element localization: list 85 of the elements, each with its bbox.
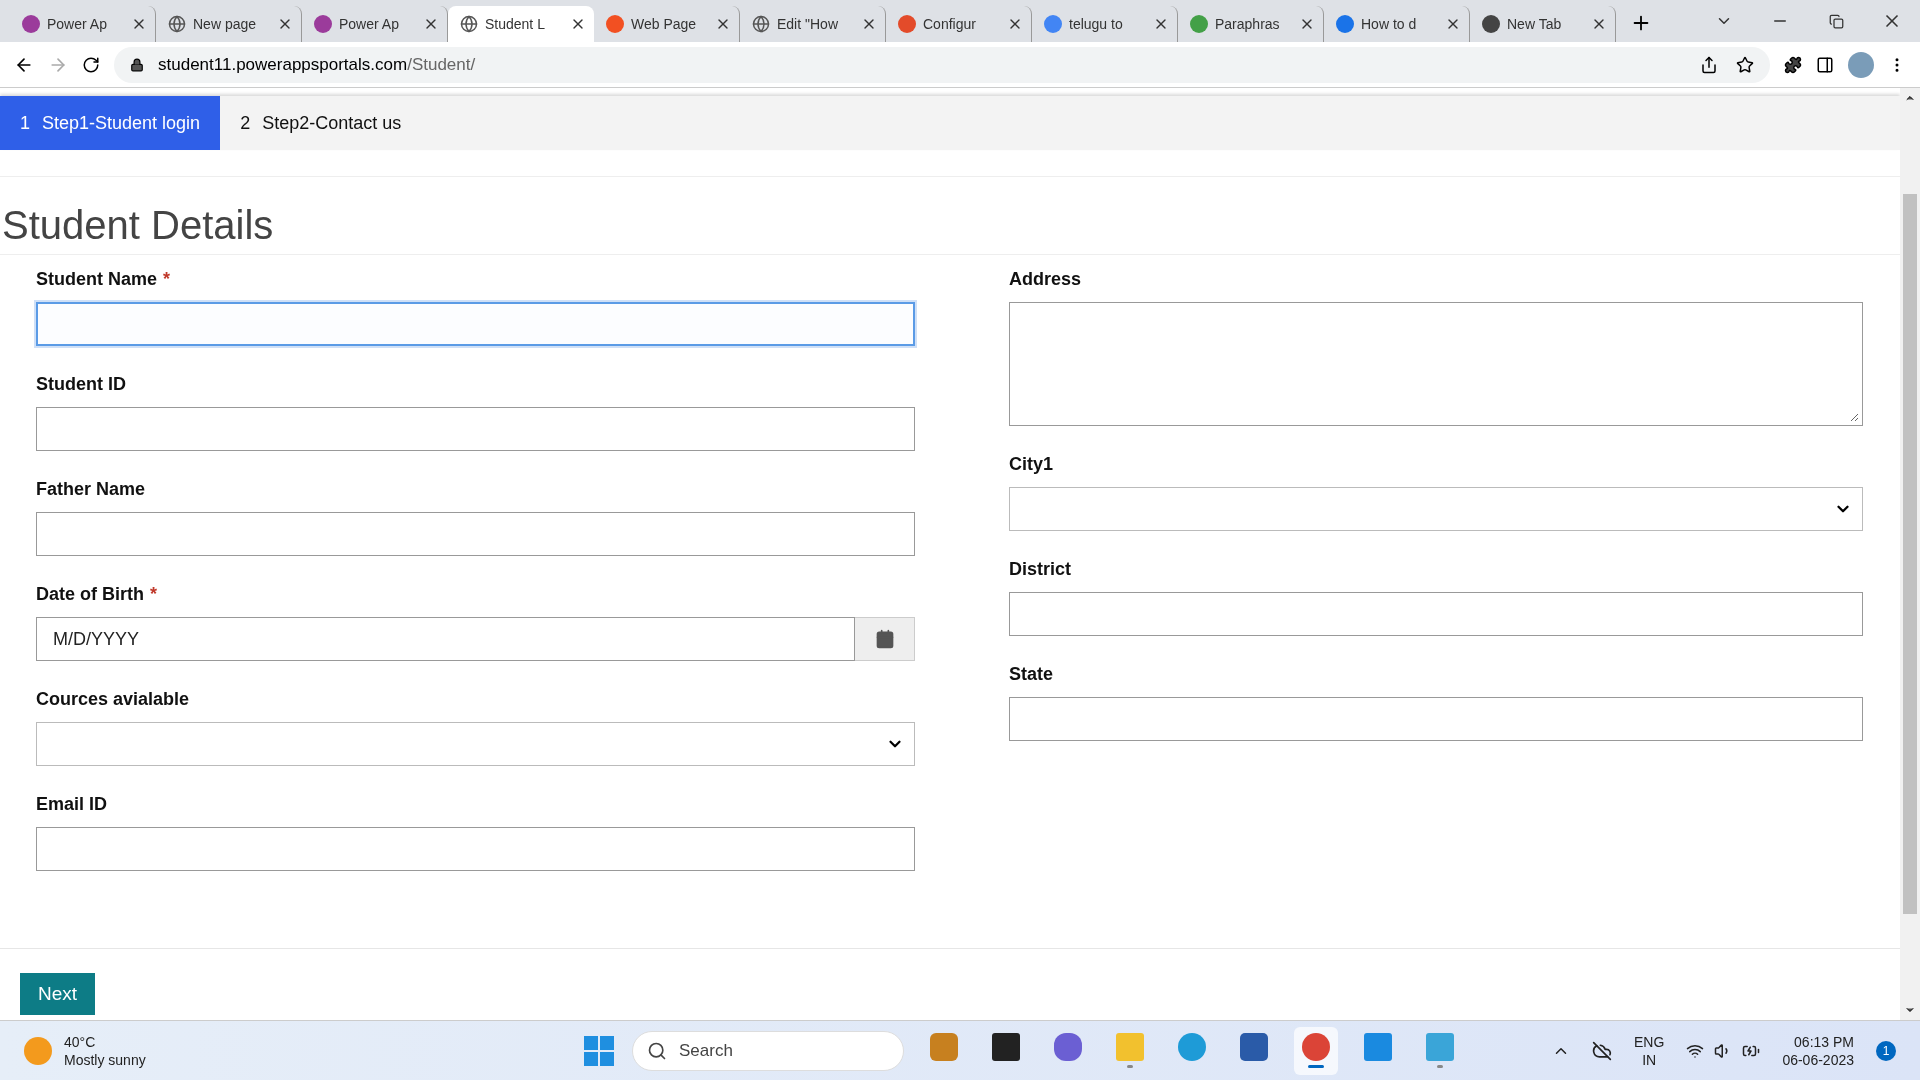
- browser-tab[interactable]: Edit "How: [740, 6, 886, 42]
- browser-tab[interactable]: Web Page: [594, 6, 740, 42]
- site-icon: [1044, 15, 1062, 33]
- tab-title: New page: [193, 16, 258, 32]
- clock-date[interactable]: 06-06-2023: [1782, 1051, 1854, 1068]
- browser-tab[interactable]: Paraphras: [1178, 6, 1324, 42]
- text-input[interactable]: [1009, 592, 1863, 636]
- browser-tab[interactable]: telugu to: [1032, 6, 1178, 42]
- textarea-input[interactable]: [1009, 302, 1863, 426]
- start-icon[interactable]: [584, 1035, 614, 1066]
- field-label: State: [1009, 664, 1053, 685]
- tab-title: Paraphras: [1215, 16, 1281, 32]
- notification-badge[interactable]: 1: [1876, 1040, 1896, 1061]
- field-label: Address: [1009, 269, 1082, 290]
- text-input[interactable]: [36, 512, 915, 556]
- avatar[interactable]: [1848, 51, 1874, 78]
- site-icon: [606, 15, 624, 33]
- site-icon: [22, 15, 40, 33]
- tab-title: Web Page: [631, 16, 698, 32]
- field-label: City1: [1009, 454, 1053, 475]
- site-icon: [1336, 15, 1354, 33]
- text-input[interactable]: [36, 302, 915, 346]
- url-text: student11.powerappsportals.com/Student/: [158, 54, 476, 75]
- browser-tab[interactable]: Student L: [448, 6, 594, 42]
- required-asterisk: *: [163, 269, 171, 290]
- globe-icon: [752, 15, 770, 33]
- text-input[interactable]: [36, 407, 915, 451]
- browser-tab[interactable]: New page: [156, 6, 302, 42]
- browser-tab[interactable]: Power Ap: [10, 6, 156, 42]
- reload-icon[interactable]: [82, 55, 100, 74]
- extensions-icon[interactable]: [1784, 55, 1802, 74]
- field-label: Email ID: [36, 794, 108, 815]
- field-label: Student ID: [36, 374, 126, 395]
- step-number: 2: [240, 112, 251, 134]
- clock-time[interactable]: 06:13 PM: [1794, 1033, 1854, 1050]
- tab-title: Student L: [485, 16, 546, 32]
- share-icon[interactable]: [1700, 55, 1718, 74]
- step-number: 1: [20, 112, 30, 134]
- text-input[interactable]: [1009, 697, 1863, 741]
- form-title: Student Details: [2, 203, 275, 248]
- browser-tab[interactable]: New Tab: [1470, 6, 1616, 42]
- step-tab[interactable]: 1 Step1-Student login: [0, 96, 221, 150]
- tab-title: Configur: [923, 16, 977, 32]
- tab-title: Power Ap: [339, 16, 400, 32]
- text-input[interactable]: [36, 827, 915, 871]
- next-button[interactable]: Next: [20, 973, 96, 1015]
- calendar-icon: [874, 629, 895, 649]
- date-input[interactable]: M/D/YYYY: [36, 617, 855, 661]
- cloud-off-icon[interactable]: [1592, 1040, 1613, 1061]
- search-icon: [647, 1040, 667, 1061]
- address-bar[interactable]: student11.powerappsportals.com/Student/: [114, 46, 1770, 83]
- side-panel-icon[interactable]: [1816, 55, 1834, 74]
- tab-title: How to d: [1361, 16, 1418, 32]
- field-label: Father Name: [36, 479, 146, 500]
- browser-tab[interactable]: Power Ap: [302, 6, 448, 42]
- globe-icon: [460, 15, 478, 33]
- field-label: Student Name: [36, 269, 158, 290]
- scrollbar-thumb[interactable]: [1903, 194, 1917, 914]
- temperature-text: 40°C: [64, 1033, 97, 1050]
- tab-title: telugu to: [1069, 16, 1124, 32]
- language-indicator[interactable]: ENG IN: [1634, 1033, 1665, 1068]
- lock-icon: [130, 57, 144, 72]
- step-label: Step1-Student login: [42, 112, 201, 134]
- site-icon: [898, 15, 916, 33]
- globe-icon: [168, 15, 186, 33]
- step-tab[interactable]: 2 Step2-Contact us: [220, 96, 422, 150]
- step-label: Step2-Contact us: [262, 112, 402, 134]
- site-icon: [314, 15, 332, 33]
- tab-title: Power Ap: [47, 16, 108, 32]
- calendar-button[interactable]: [855, 617, 915, 661]
- tab-title: New Tab: [1507, 16, 1563, 32]
- search-field[interactable]: Search: [632, 1030, 904, 1071]
- tab-title: Edit "How: [777, 16, 839, 32]
- star-icon[interactable]: [1736, 55, 1754, 74]
- site-icon: [1190, 15, 1208, 33]
- browser-tab[interactable]: How to d: [1324, 6, 1470, 42]
- resize-handle-icon: [1849, 412, 1859, 422]
- browser-tab[interactable]: Configur: [886, 6, 1032, 42]
- field-label: Date of Birth: [36, 584, 144, 605]
- field-label: District: [1009, 559, 1071, 580]
- weather-text: Mostly sunny: [64, 1051, 146, 1068]
- restore-icon[interactable]: [1828, 13, 1844, 29]
- site-icon: [1482, 15, 1500, 33]
- field-label: Cources avialable: [36, 689, 190, 710]
- required-asterisk: *: [150, 584, 157, 605]
